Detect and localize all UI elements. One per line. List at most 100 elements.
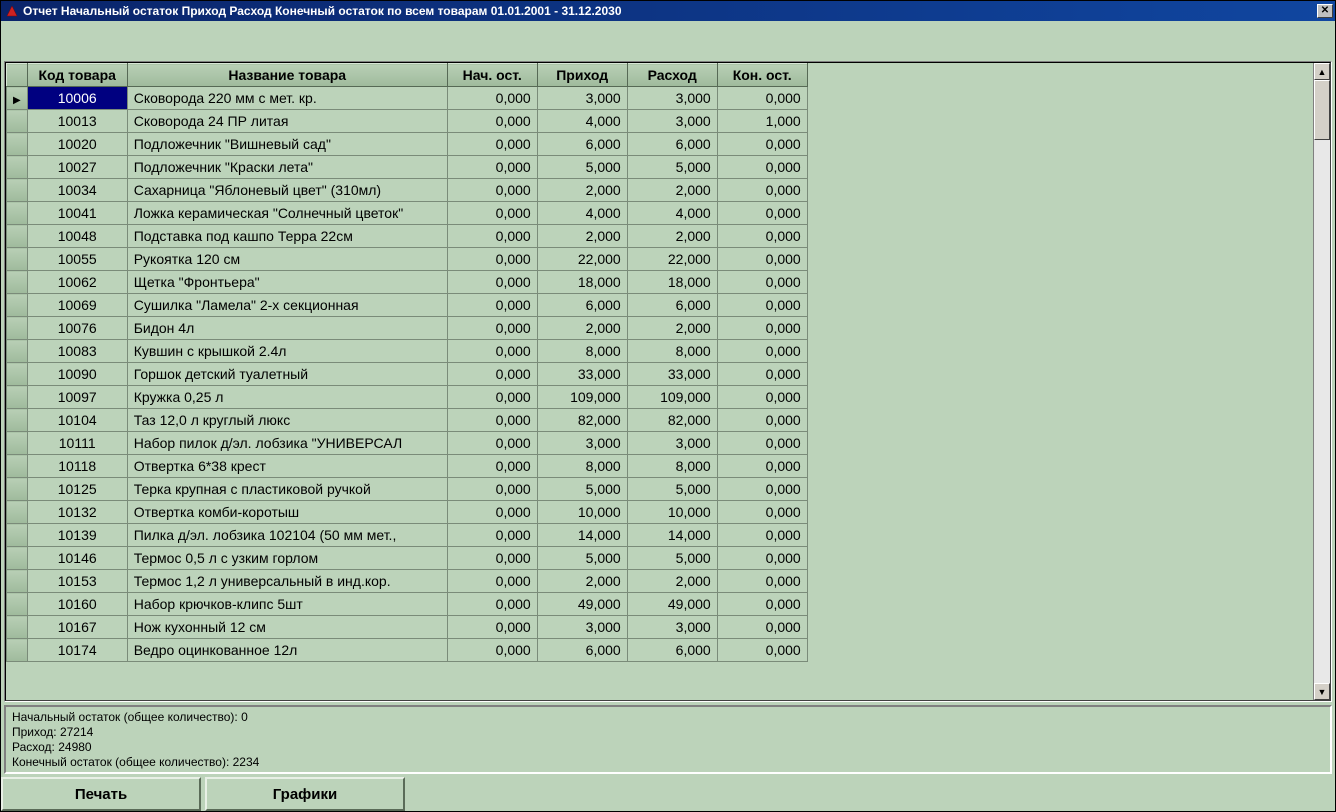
cell-name[interactable]: Кувшин с крышкой 2.4л xyxy=(127,340,447,363)
cell-end[interactable]: 0,000 xyxy=(717,501,807,524)
cell-code[interactable]: 10104 xyxy=(27,409,127,432)
table-row[interactable]: 10104Таз 12,0 л круглый люкс0,00082,0008… xyxy=(7,409,808,432)
table-row[interactable]: 10132Отвертка комби-коротыш0,00010,00010… xyxy=(7,501,808,524)
cell-out[interactable]: 10,000 xyxy=(627,501,717,524)
print-button[interactable]: Печать xyxy=(1,777,201,811)
table-row[interactable]: 10062Щетка "Фронтьера"0,00018,00018,0000… xyxy=(7,271,808,294)
cell-end[interactable]: 0,000 xyxy=(717,294,807,317)
row-handle[interactable] xyxy=(7,501,28,524)
cell-start[interactable]: 0,000 xyxy=(447,133,537,156)
row-handle[interactable] xyxy=(7,317,28,340)
row-handle[interactable] xyxy=(7,110,28,133)
cell-end[interactable]: 0,000 xyxy=(717,616,807,639)
cell-name[interactable]: Отвертка 6*38 крест xyxy=(127,455,447,478)
cell-in[interactable]: 82,000 xyxy=(537,409,627,432)
row-handle[interactable] xyxy=(7,616,28,639)
cell-name[interactable]: Таз 12,0 л круглый люкс xyxy=(127,409,447,432)
charts-button[interactable]: Графики xyxy=(205,777,405,811)
cell-code[interactable]: 10055 xyxy=(27,248,127,271)
cell-end[interactable]: 0,000 xyxy=(717,179,807,202)
cell-out[interactable]: 5,000 xyxy=(627,478,717,501)
scroll-up-button[interactable]: ▲ xyxy=(1314,63,1330,80)
cell-out[interactable]: 109,000 xyxy=(627,386,717,409)
cell-end[interactable]: 1,000 xyxy=(717,110,807,133)
row-handle[interactable] xyxy=(7,639,28,662)
cell-name[interactable]: Набор пилок д/эл. лобзика "УНИВЕРСАЛ xyxy=(127,432,447,455)
cell-code[interactable]: 10160 xyxy=(27,593,127,616)
cell-in[interactable]: 2,000 xyxy=(537,317,627,340)
scroll-thumb[interactable] xyxy=(1314,80,1330,140)
cell-name[interactable]: Термос 0,5 л с узким горлом xyxy=(127,547,447,570)
cell-in[interactable]: 14,000 xyxy=(537,524,627,547)
cell-in[interactable]: 6,000 xyxy=(537,639,627,662)
cell-in[interactable]: 8,000 xyxy=(537,340,627,363)
row-handle[interactable] xyxy=(7,294,28,317)
cell-start[interactable]: 0,000 xyxy=(447,271,537,294)
cell-start[interactable]: 0,000 xyxy=(447,455,537,478)
scroll-down-button[interactable]: ▼ xyxy=(1314,683,1330,700)
cell-end[interactable]: 0,000 xyxy=(717,363,807,386)
cell-out[interactable]: 8,000 xyxy=(627,455,717,478)
cell-out[interactable]: 3,000 xyxy=(627,616,717,639)
cell-end[interactable]: 0,000 xyxy=(717,386,807,409)
col-header-name[interactable]: Название товара xyxy=(127,64,447,87)
cell-code[interactable]: 10013 xyxy=(27,110,127,133)
cell-name[interactable]: Нож кухонный 12 см xyxy=(127,616,447,639)
cell-out[interactable]: 6,000 xyxy=(627,133,717,156)
cell-end[interactable]: 0,000 xyxy=(717,524,807,547)
table-row[interactable]: 10020Подложечник "Вишневый сад"0,0006,00… xyxy=(7,133,808,156)
data-grid[interactable]: Код товара Название товара Нач. ост. При… xyxy=(6,63,808,662)
table-row[interactable]: 10076Бидон 4л0,0002,0002,0000,000 xyxy=(7,317,808,340)
cell-end[interactable]: 0,000 xyxy=(717,570,807,593)
cell-out[interactable]: 3,000 xyxy=(627,110,717,133)
cell-name[interactable]: Рукоятка 120 см xyxy=(127,248,447,271)
cell-in[interactable]: 2,000 xyxy=(537,225,627,248)
cell-start[interactable]: 0,000 xyxy=(447,202,537,225)
cell-out[interactable]: 2,000 xyxy=(627,179,717,202)
cell-end[interactable]: 0,000 xyxy=(717,317,807,340)
cell-start[interactable]: 0,000 xyxy=(447,248,537,271)
cell-start[interactable]: 0,000 xyxy=(447,156,537,179)
col-header-code[interactable]: Код товара xyxy=(27,64,127,87)
cell-end[interactable]: 0,000 xyxy=(717,478,807,501)
cell-start[interactable]: 0,000 xyxy=(447,317,537,340)
close-button[interactable]: ✕ xyxy=(1317,4,1333,18)
table-row[interactable]: 10013Сковорода 24 ПР литая0,0004,0003,00… xyxy=(7,110,808,133)
cell-code[interactable]: 10153 xyxy=(27,570,127,593)
cell-name[interactable]: Подставка под кашпо Терра 22см xyxy=(127,225,447,248)
cell-in[interactable]: 6,000 xyxy=(537,294,627,317)
table-row[interactable]: 10111Набор пилок д/эл. лобзика "УНИВЕРСА… xyxy=(7,432,808,455)
table-row[interactable]: 10083Кувшин с крышкой 2.4л0,0008,0008,00… xyxy=(7,340,808,363)
row-handle[interactable] xyxy=(7,478,28,501)
cell-code[interactable]: 10034 xyxy=(27,179,127,202)
cell-start[interactable]: 0,000 xyxy=(447,432,537,455)
cell-out[interactable]: 33,000 xyxy=(627,363,717,386)
table-row[interactable]: 10034Сахарница "Яблоневый цвет" (310мл) 0… xyxy=(7,179,808,202)
cell-name[interactable]: Пилка д/эл. лобзика 102104 (50 мм мет., xyxy=(127,524,447,547)
cell-end[interactable]: 0,000 xyxy=(717,156,807,179)
cell-out[interactable]: 5,000 xyxy=(627,547,717,570)
cell-code[interactable]: 10027 xyxy=(27,156,127,179)
row-handle[interactable] xyxy=(7,409,28,432)
col-header-start[interactable]: Нач. ост. xyxy=(447,64,537,87)
cell-in[interactable]: 18,000 xyxy=(537,271,627,294)
cell-code[interactable]: 10020 xyxy=(27,133,127,156)
cell-in[interactable]: 8,000 xyxy=(537,455,627,478)
cell-name[interactable]: Подложечник "Краски лета" xyxy=(127,156,447,179)
cell-name[interactable]: Сахарница "Яблоневый цвет" (310мл) xyxy=(127,179,447,202)
cell-end[interactable]: 0,000 xyxy=(717,133,807,156)
cell-end[interactable]: 0,000 xyxy=(717,340,807,363)
cell-code[interactable]: 10041 xyxy=(27,202,127,225)
cell-in[interactable]: 6,000 xyxy=(537,133,627,156)
table-row[interactable]: 10097Кружка 0,25 л0,000109,000109,0000,0… xyxy=(7,386,808,409)
cell-in[interactable]: 5,000 xyxy=(537,478,627,501)
cell-code[interactable]: 10174 xyxy=(27,639,127,662)
cell-in[interactable]: 3,000 xyxy=(537,616,627,639)
cell-start[interactable]: 0,000 xyxy=(447,639,537,662)
cell-out[interactable]: 18,000 xyxy=(627,271,717,294)
cell-start[interactable]: 0,000 xyxy=(447,570,537,593)
cell-start[interactable]: 0,000 xyxy=(447,225,537,248)
cell-start[interactable]: 0,000 xyxy=(447,593,537,616)
row-handle[interactable] xyxy=(7,248,28,271)
cell-name[interactable]: Термос 1,2 л универсальный в инд.кор. xyxy=(127,570,447,593)
